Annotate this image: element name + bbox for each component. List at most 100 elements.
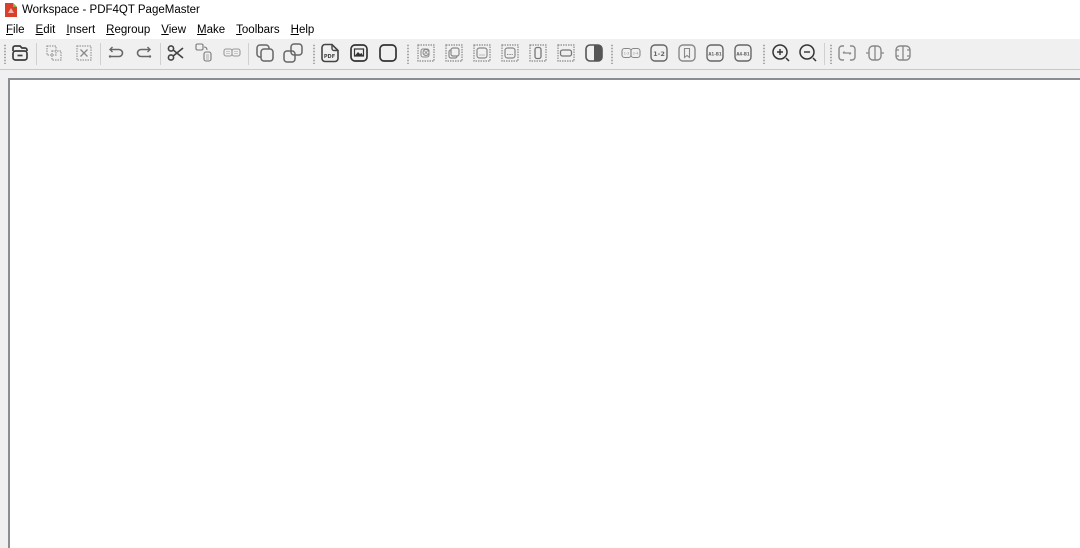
select-landscape-button[interactable] (555, 42, 577, 64)
svg-text:1-2: 1-2 (653, 50, 665, 58)
svg-text:2-4: 2-4 (633, 52, 638, 56)
rotate-button[interactable] (892, 42, 914, 64)
toolbar-grip[interactable] (407, 44, 409, 64)
toolbar-grip[interactable] (313, 44, 315, 64)
group-icon (256, 44, 274, 62)
paste-icon (195, 43, 212, 62)
toolbar-grip[interactable] (611, 44, 613, 64)
menu-view-mnemonic: V (161, 23, 169, 36)
menu-toolbars[interactable]: Toolbars (231, 24, 284, 36)
select-even-pages-button[interactable] (471, 42, 493, 64)
menu-regroup-label: egroup (114, 23, 151, 36)
remove-selection-button[interactable] (73, 42, 95, 64)
menu-help-label: elp (298, 23, 315, 36)
menu-regroup[interactable]: Regroup (101, 24, 155, 36)
menu-file[interactable]: File (0, 24, 30, 36)
select-odd-pages-button[interactable] (499, 42, 521, 64)
select-portrait-button[interactable] (527, 42, 549, 64)
insert-empty-page-button[interactable] (377, 42, 399, 64)
redo-button[interactable] (133, 42, 155, 64)
insert-pdf-icon: PDF (321, 43, 339, 63)
select-pages-icon (445, 44, 463, 62)
clone-selection-icon (46, 45, 62, 61)
regroup-alternating-button[interactable]: A1-B1 (704, 42, 726, 64)
page-workspace-area[interactable] (8, 78, 1080, 548)
replace-icon (223, 48, 241, 57)
cut-icon (167, 45, 184, 61)
group-button[interactable] (254, 42, 276, 64)
menu-toolbars-label: oolbars (241, 23, 280, 36)
svg-text:A1-B1: A1-B1 (708, 52, 722, 57)
menu-make[interactable]: Make (192, 24, 230, 36)
paste-button[interactable] (194, 42, 216, 64)
toolbar-separator (160, 43, 161, 65)
rotate-left-button[interactable] (836, 42, 858, 64)
svg-text:A4-B1: A4-B1 (736, 52, 750, 57)
undo-button[interactable] (105, 42, 127, 64)
zoom-out-button[interactable] (797, 42, 819, 64)
toolbar-separator (100, 43, 101, 65)
regroup-bookmarks-icon (678, 44, 696, 62)
rotate-icon (895, 45, 911, 61)
select-even-pages-icon (473, 44, 491, 62)
toolbar-separator (824, 43, 825, 65)
ungroup-icon (283, 43, 303, 63)
invert-selection-button[interactable] (583, 42, 605, 64)
toolbar-separator (248, 43, 249, 65)
regroup-paired-button[interactable]: 1-2 (648, 42, 670, 64)
menu-file-label: ile (13, 23, 25, 36)
insert-pdf-button[interactable]: PDF (319, 42, 341, 64)
menu-edit[interactable]: Edit (31, 24, 61, 36)
select-documents-icon (417, 44, 435, 62)
invert-selection-icon (585, 44, 603, 62)
regroup-bookmarks-button[interactable] (676, 42, 698, 64)
toolbar-grip[interactable] (763, 44, 765, 64)
window-title: Workspace - PDF4QT PageMaster (22, 4, 200, 16)
rotate-left-icon (838, 45, 856, 61)
toolbar-grip[interactable] (830, 44, 832, 64)
menu-insert[interactable]: Insert (61, 24, 100, 36)
menu-help[interactable]: Help (286, 24, 320, 36)
select-odd-pages-icon (501, 44, 519, 62)
regroup-alternating-reversed-icon: A4-B1 (734, 44, 752, 62)
menu-view-label: iew (168, 23, 187, 36)
close-document-icon (12, 45, 28, 61)
menu-view[interactable]: View (156, 24, 191, 36)
zoom-in-button[interactable] (770, 42, 792, 64)
title-bar: Workspace - PDF4QT PageMaster (0, 0, 1080, 20)
cut-button[interactable] (165, 42, 187, 64)
regroup-even-odd-icon: 1-3 2-4 (621, 47, 641, 59)
zoom-out-icon (799, 44, 817, 62)
select-pages-button[interactable] (443, 42, 465, 64)
ungroup-button[interactable] (282, 42, 304, 64)
menu-bar: File Edit Insert Regroup View Make Toolb… (0, 20, 1080, 39)
regroup-paired-icon: 1-2 (650, 44, 668, 62)
svg-text:1-3: 1-3 (624, 52, 629, 56)
zoom-in-icon (772, 44, 790, 62)
menu-help-mnemonic: H (290, 23, 299, 36)
clone-selection-button[interactable] (43, 42, 65, 64)
replace-button[interactable] (221, 42, 243, 64)
main-toolbar: PDF 1-3 2-4 1-2 A1-B1 A4-B1 (0, 39, 1080, 70)
regroup-alternating-icon: A1-B1 (706, 44, 724, 62)
rotate-right-button[interactable] (864, 42, 886, 64)
insert-image-button[interactable] (348, 42, 370, 64)
menu-edit-label: dit (43, 23, 56, 36)
select-documents-button[interactable] (415, 42, 437, 64)
toolbar-separator (36, 43, 37, 65)
regroup-even-odd-button[interactable]: 1-3 2-4 (620, 42, 642, 64)
insert-image-icon (350, 44, 368, 62)
menu-file-mnemonic: F (6, 23, 14, 36)
select-landscape-icon (557, 44, 575, 62)
select-portrait-icon (529, 44, 547, 62)
close-document-button[interactable] (9, 42, 31, 64)
regroup-alternating-reversed-button[interactable]: A4-B1 (732, 42, 754, 64)
toolbar-grip[interactable] (4, 44, 6, 64)
remove-selection-icon (76, 45, 92, 61)
undo-icon (108, 46, 124, 58)
menu-make-mnemonic: M (197, 23, 207, 36)
rotate-right-icon (866, 45, 884, 61)
menu-insert-label: nsert (69, 23, 96, 36)
pdf-document-icon (5, 3, 17, 17)
insert-empty-page-icon (379, 44, 397, 62)
